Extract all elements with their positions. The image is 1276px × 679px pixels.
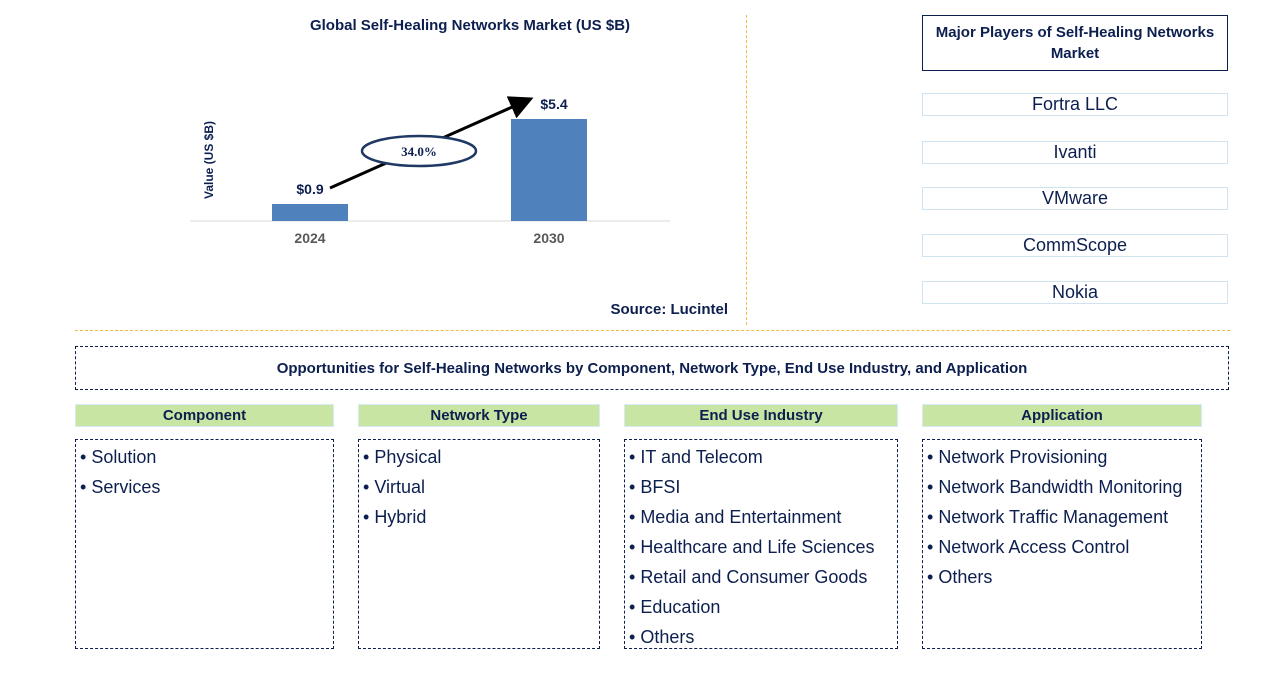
horizontal-divider [75, 330, 1230, 331]
player-item: Nokia [922, 281, 1228, 304]
list-item: Virtual [359, 472, 599, 502]
market-bar-chart: Value (US $B) $0.9 2024 $5.4 2030 34.0% [190, 96, 670, 246]
list-item: Healthcare and Life Sciences [625, 532, 897, 562]
vertical-divider [746, 15, 747, 325]
list-item: Services [76, 472, 333, 502]
category-header-component: Component [75, 404, 334, 427]
category-header-network-type: Network Type [358, 404, 600, 427]
cagr-annotation: 34.0% [329, 96, 534, 190]
players-title: Major Players of Self-Healing Networks M… [922, 15, 1228, 71]
category-list-component: Solution Services [75, 439, 334, 649]
x-tick-label-2030: 2030 [533, 230, 564, 246]
list-item: Hybrid [359, 502, 599, 532]
player-item: Fortra LLC [922, 93, 1228, 116]
list-item: Network Provisioning [923, 442, 1201, 472]
y-axis-label: Value (US $B) [202, 121, 216, 199]
list-item: Others [625, 622, 897, 652]
list-item: Media and Entertainment [625, 502, 897, 532]
category-list-end-use-industry: IT and Telecom BFSI Media and Entertainm… [624, 439, 898, 649]
cagr-label: 34.0% [401, 144, 437, 159]
bar-2030 [511, 119, 587, 221]
data-label-2030: $5.4 [540, 96, 567, 112]
chart-title: Global Self-Healing Networks Market (US … [309, 17, 631, 34]
source-label: Source: Lucintel [610, 301, 728, 318]
list-item: Network Access Control [923, 532, 1201, 562]
list-item: Network Bandwidth Monitoring [923, 472, 1201, 502]
x-tick-label-2024: 2024 [294, 230, 325, 246]
list-item: Network Traffic Management [923, 502, 1201, 532]
list-item: Solution [76, 442, 333, 472]
opportunities-title: Opportunities for Self-Healing Networks … [75, 346, 1229, 390]
list-item: Physical [359, 442, 599, 472]
category-header-end-use-industry: End Use Industry [624, 404, 898, 427]
player-item: VMware [922, 187, 1228, 210]
player-item: Ivanti [922, 141, 1228, 164]
list-item: BFSI [625, 472, 897, 502]
category-list-network-type: Physical Virtual Hybrid [358, 439, 600, 649]
player-item: CommScope [922, 234, 1228, 257]
category-list-application: Network Provisioning Network Bandwidth M… [922, 439, 1202, 649]
data-label-2024: $0.9 [296, 181, 323, 197]
list-item: IT and Telecom [625, 442, 897, 472]
list-item: Education [625, 592, 897, 622]
category-header-application: Application [922, 404, 1202, 427]
list-item: Retail and Consumer Goods [625, 562, 897, 592]
bar-2024 [272, 204, 348, 221]
list-item: Others [923, 562, 1201, 592]
